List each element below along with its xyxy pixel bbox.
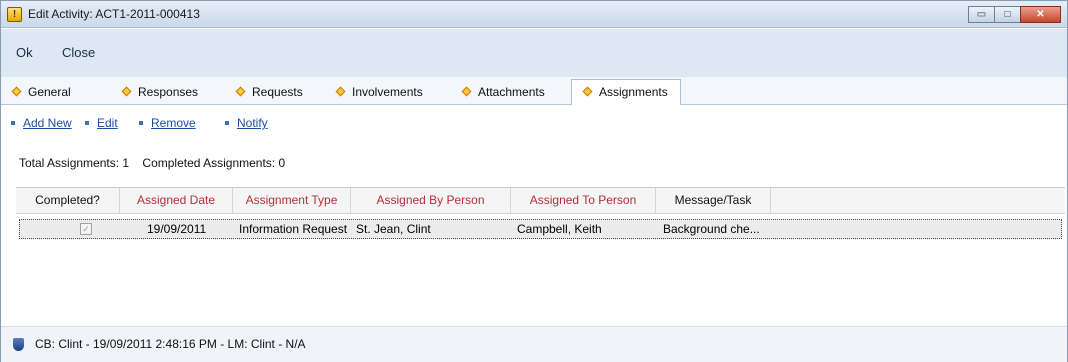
tab-responses[interactable]: Responses <box>121 82 199 104</box>
completed-checkbox[interactable]: ✓ <box>80 223 92 235</box>
ok-menu-item[interactable]: Ok <box>16 45 33 60</box>
col-assigned-date[interactable]: Assigned Date <box>120 188 233 214</box>
window-controls: ▭ □ ✕ <box>968 6 1061 23</box>
remove-link[interactable]: Remove <box>139 116 196 130</box>
edit-activity-window: ! Edit Activity: ACT1-2011-000413 ▭ □ ✕ … <box>0 0 1068 362</box>
minimize-button[interactable]: ▭ <box>968 6 995 23</box>
total-assignments: Total Assignments: 1 <box>19 156 130 170</box>
tab-strip: General Responses Requests Involvements … <box>1 77 1067 105</box>
audit-status-text: CB: Clint - 19/09/2011 2:48:16 PM - LM: … <box>35 337 306 351</box>
tab-label: Attachments <box>478 85 545 99</box>
diamond-icon <box>121 86 132 97</box>
status-bar: CB: Clint - 19/09/2011 2:48:16 PM - LM: … <box>1 326 1067 362</box>
tab-label: Responses <box>138 85 199 99</box>
tab-requests[interactable]: Requests <box>235 82 303 104</box>
assignment-type-cell: Information Request <box>239 222 348 236</box>
add-new-label: Add New <box>23 116 72 130</box>
diamond-icon <box>461 86 472 97</box>
completed-assignments: Completed Assignments: 0 <box>142 156 286 170</box>
diamond-icon <box>235 86 246 97</box>
tab-label: General <box>28 85 71 99</box>
add-new-link[interactable]: Add New <box>11 116 72 130</box>
maximize-button[interactable]: □ <box>994 6 1021 23</box>
edit-label: Edit <box>97 116 118 130</box>
edit-link[interactable]: Edit <box>85 116 118 130</box>
tab-involvements[interactable]: Involvements <box>335 82 423 104</box>
assigned-date-cell: 19/09/2011 <box>147 222 207 236</box>
tab-general[interactable]: General <box>11 82 71 104</box>
col-assigned-by[interactable]: Assigned By Person <box>351 188 511 214</box>
close-menu-item[interactable]: Close <box>62 45 95 60</box>
title-bar[interactable]: ! Edit Activity: ACT1-2011-000413 ▭ □ ✕ <box>1 1 1067 28</box>
table-row[interactable]: ✓ 19/09/2011 Information Request St. Jea… <box>19 219 1062 239</box>
bullet-icon <box>225 121 229 125</box>
bullet-icon <box>139 121 143 125</box>
diamond-icon <box>582 86 593 97</box>
shield-icon <box>13 338 24 351</box>
tab-label: Assignments <box>599 85 668 99</box>
col-completed[interactable]: Completed? <box>16 188 120 214</box>
assignment-summary: Total Assignments: 1 Completed Assignmen… <box>19 156 295 170</box>
bullet-icon <box>11 121 15 125</box>
message-cell: Background che... <box>663 222 760 236</box>
window-title: Edit Activity: ACT1-2011-000413 <box>28 7 200 21</box>
tab-label: Requests <box>252 85 303 99</box>
assigned-by-cell: St. Jean, Clint <box>356 222 431 236</box>
close-window-button[interactable]: ✕ <box>1020 6 1061 23</box>
diamond-icon <box>11 86 22 97</box>
assigned-to-cell: Campbell, Keith <box>517 222 602 236</box>
tab-attachments[interactable]: Attachments <box>461 82 545 104</box>
bullet-icon <box>85 121 89 125</box>
col-message-task[interactable]: Message/Task <box>656 188 771 214</box>
col-assigned-to[interactable]: Assigned To Person <box>511 188 656 214</box>
diamond-icon <box>335 86 346 97</box>
menu-bar: Ok Close <box>1 29 1067 77</box>
remove-label: Remove <box>151 116 196 130</box>
tab-label: Involvements <box>352 85 423 99</box>
assignments-grid: Completed? Assigned Date Assignment Type… <box>16 187 1065 325</box>
tab-assignments[interactable]: Assignments <box>571 79 681 105</box>
col-assignment-type[interactable]: Assignment Type <box>233 188 351 214</box>
activity-warning-icon: ! <box>7 7 22 22</box>
grid-header: Completed? Assigned Date Assignment Type… <box>16 188 1065 214</box>
notify-link[interactable]: Notify <box>225 116 268 130</box>
notify-label: Notify <box>237 116 268 130</box>
